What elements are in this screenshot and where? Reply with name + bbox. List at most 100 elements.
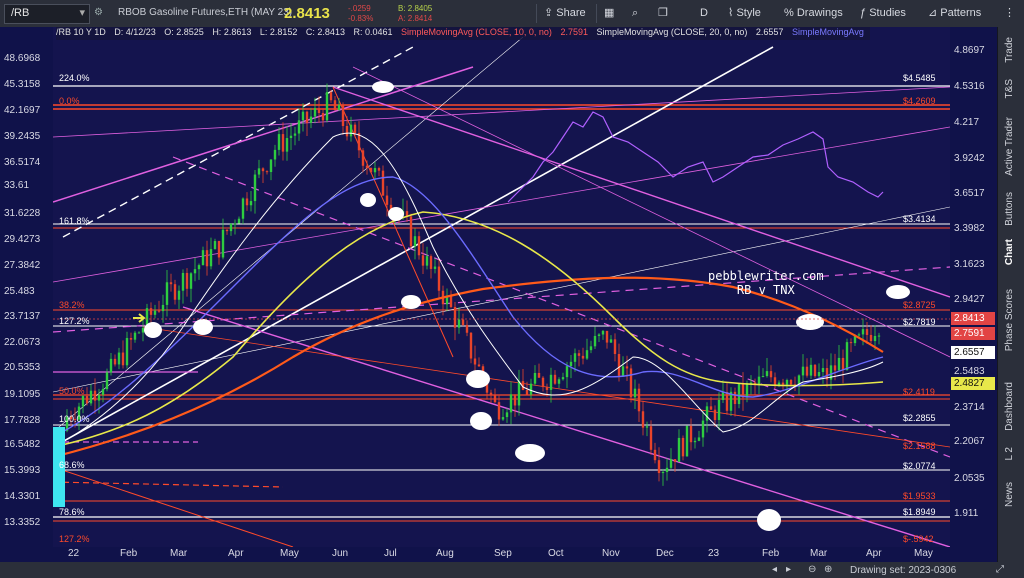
drawings-button[interactable]: % Drawings (784, 5, 843, 21)
drawing-set-label[interactable]: Drawing set: 2023-0306 (850, 565, 956, 576)
sidebar-tab-buttons[interactable]: Buttons (1004, 192, 1015, 226)
candle-body (597, 334, 601, 336)
zoom-out-icon[interactable]: ⊖ (808, 564, 816, 575)
candle-body (277, 134, 281, 150)
chevron-down-icon[interactable]: ▾ (79, 6, 85, 19)
right-axis-tick: 3.1623 (954, 259, 985, 270)
candle-body (569, 361, 573, 367)
marker-3 (388, 207, 404, 221)
magenta-dash-1 (172, 156, 950, 458)
candle-body (345, 125, 349, 137)
change-abs: -.0259 (348, 4, 371, 13)
sidebar-tab-news[interactable]: News (1004, 482, 1015, 507)
candle-body (629, 368, 633, 398)
candle-body (165, 282, 169, 305)
zoom-in-icon[interactable]: ⊕ (824, 564, 832, 575)
fib-price-2158: $2.1588 (903, 441, 936, 451)
right-axis-tick: 2.3714 (954, 402, 985, 413)
fib-label-127: 127.2% (59, 316, 90, 326)
candle-body (605, 330, 609, 343)
left-axis-tick: 42.1697 (4, 105, 41, 116)
candle-body (561, 377, 565, 380)
candle-body (189, 273, 193, 289)
nav-left-icon[interactable]: ◂ (772, 564, 777, 575)
candle-body (305, 111, 309, 123)
candle-body (125, 337, 129, 366)
candle-body (501, 417, 505, 420)
top-toolbar: /RB ▾ ⚙ RBOB Gasoline Futures,ETH (MAY 2… (0, 0, 1024, 28)
time-axis[interactable]: 22 Feb Mar Apr May Jun Jul Aug Sep Oct Nov Dec 23 Feb… (0, 547, 997, 562)
fib-label-0: 0.0% (59, 96, 80, 106)
candle-body (265, 171, 269, 173)
candle-body (677, 437, 681, 462)
interval-button[interactable]: D (700, 5, 708, 21)
copy-icon[interactable]: ❐ (658, 5, 668, 21)
candle-body (129, 337, 133, 340)
left-axis-tick: 16.5482 (4, 439, 41, 450)
right-axis-tick: 2.9427 (954, 294, 985, 305)
candle-body (573, 353, 577, 362)
grid-icon[interactable]: ▦ (604, 5, 614, 21)
sidebar-tab-dashboard[interactable]: Dashboard (1004, 382, 1015, 431)
legend-low: L: 2.8152 (259, 27, 298, 37)
nav-right-icon[interactable]: ▸ (786, 564, 791, 575)
right-sidebar: Trade T&S Active Trader Buttons Chart Phase S… (997, 27, 1024, 562)
sidebar-tab-t-s[interactable]: T&S (1004, 79, 1015, 98)
candle-body (525, 389, 529, 395)
candle-body (745, 383, 749, 398)
left-axis-tick: 45.3158 (4, 79, 41, 90)
left-price-axis[interactable]: 48.6968 45.3158 42.1697 39.2435 36.5174 33.61… (0, 27, 53, 547)
sidebar-tab-chart[interactable]: Chart (1004, 239, 1015, 265)
link-icon[interactable]: ⚙ (94, 7, 103, 18)
time-axis-label: Feb (120, 548, 138, 559)
sidebar-tab-phase-scores[interactable]: Phase Scores (1004, 289, 1015, 351)
candle-body (789, 379, 793, 385)
more-icon[interactable]: ⋮ (1004, 5, 1015, 21)
sidebar-tab-active-trader[interactable]: Active Trader (1004, 117, 1015, 176)
fib-label-161: 161.8% (59, 216, 90, 226)
fib-price-2781: $2.7819 (903, 317, 936, 327)
fib-price-1953: $1.9533 (903, 491, 936, 501)
candle-body (141, 327, 145, 333)
fib-label-68: 68.6% (59, 460, 85, 470)
magenta-down-2 (182, 306, 950, 547)
drawings-icon: % (784, 7, 797, 19)
expand-icon[interactable]: ⤢ (996, 564, 1004, 575)
right-axis-tick: 2.2067 (954, 436, 985, 447)
candle-body (81, 396, 85, 407)
left-axis-tick: 39.2435 (4, 131, 41, 142)
share-button[interactable]: ⇪ Share (544, 5, 586, 21)
candle-body (765, 371, 769, 377)
candle-body (685, 425, 689, 457)
candle-body (261, 168, 265, 172)
studies-button[interactable]: ƒ Studies (860, 5, 906, 21)
fib-price-2872: $2.8725 (903, 300, 936, 310)
candle-body (101, 389, 105, 395)
candle-body (209, 249, 213, 267)
candle-body (781, 382, 785, 385)
left-axis-tick: 22.0673 (4, 337, 41, 348)
candle-body (361, 150, 365, 166)
fib-price-4548: $4.5485 (903, 73, 936, 83)
right-price-axis[interactable]: 4.8697 4.5316 4.217 3.9242 3.6517 3.3982 3.162… (950, 27, 997, 547)
sidebar-tab-l-2[interactable]: L 2 (1004, 447, 1015, 461)
candle-body (517, 381, 521, 406)
chart-area[interactable]: 224.0% 0.0% 161.8% 38.2% 127.2% 50.0% 10… (53, 27, 950, 547)
candle-body (861, 329, 865, 335)
candle-body (273, 149, 277, 160)
price-tag: 2.7591 (951, 327, 995, 340)
patterns-button[interactable]: ⊿ Patterns (928, 5, 981, 21)
candle-body (285, 138, 289, 152)
symbol-input[interactable]: /RB ▾ (4, 4, 90, 24)
candle-body (381, 170, 385, 196)
sidebar-tab-trade[interactable]: Trade (1004, 37, 1015, 63)
candle-body (281, 134, 285, 152)
search-icon[interactable]: ⌕ (632, 5, 638, 21)
orange-fan-2 (142, 326, 950, 448)
style-button[interactable]: ⌇ Style (728, 5, 761, 21)
candle-body (97, 394, 101, 401)
magenta-down-1 (332, 86, 950, 298)
candle-body (633, 388, 637, 398)
candle-body (385, 195, 389, 205)
legend-sma1: SimpleMovingAvg (CLOSE, 10, 0, no) (401, 27, 552, 37)
